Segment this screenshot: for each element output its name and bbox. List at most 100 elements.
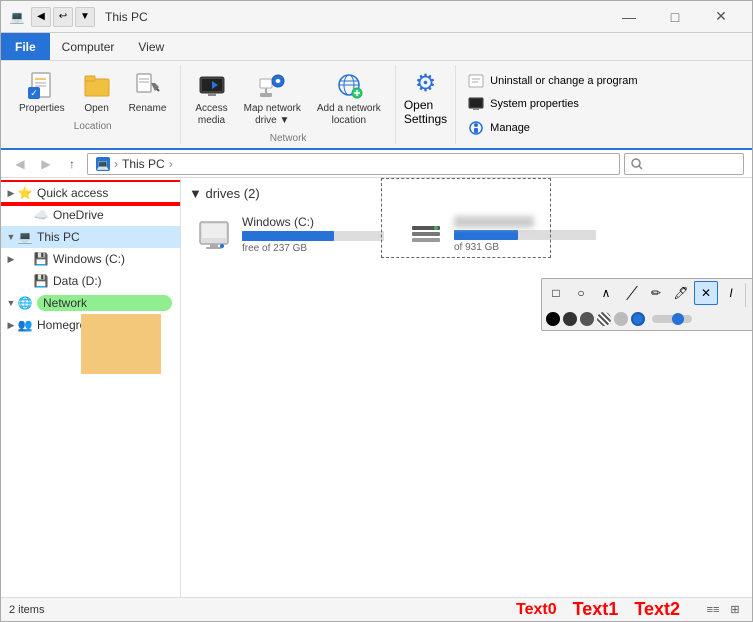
color-black[interactable] bbox=[546, 312, 560, 326]
minimize-button[interactable]: — bbox=[606, 1, 652, 33]
expand-windows-c[interactable]: ▶ bbox=[5, 253, 17, 265]
access-media-icon bbox=[196, 69, 228, 101]
system-properties-button[interactable]: System properties bbox=[464, 94, 736, 114]
forward-button[interactable]: ▶ bbox=[35, 153, 57, 175]
close-button[interactable]: ✕ bbox=[698, 1, 744, 33]
access-media-button[interactable]: Accessmedia bbox=[189, 65, 233, 131]
color-hatched[interactable] bbox=[597, 312, 611, 326]
sidebar-item-this-pc[interactable]: ▼ 💻 This PC bbox=[1, 226, 180, 248]
qa-undo-btn[interactable]: ↩ bbox=[53, 7, 73, 27]
view-icons: ≡≡ ⊞ bbox=[704, 601, 744, 619]
open-button[interactable]: Open bbox=[75, 65, 119, 119]
open-label: Open bbox=[84, 103, 108, 115]
add-network-button[interactable]: Add a networklocation bbox=[311, 65, 387, 131]
expand-onedrive[interactable] bbox=[5, 209, 17, 221]
drives-count: drives (2) bbox=[205, 186, 259, 201]
manage-label: Manage bbox=[490, 122, 530, 134]
rename-button[interactable]: Rename bbox=[123, 65, 173, 119]
qa-back-btn[interactable]: ◀ bbox=[31, 7, 51, 27]
expand-network[interactable]: ▼ bbox=[5, 297, 17, 309]
network-icon: 🌐 bbox=[17, 295, 33, 311]
qa-down-btn[interactable]: ▼ bbox=[75, 7, 95, 27]
path-separator2: › bbox=[169, 157, 173, 171]
expand-this-pc[interactable]: ▼ bbox=[5, 231, 17, 243]
dt-text-tool[interactable]: I bbox=[719, 281, 743, 305]
sidebar-item-network[interactable]: ▼ 🌐 Network bbox=[1, 292, 180, 314]
uninstall-icon bbox=[468, 73, 484, 89]
data-d-icon: 💾 bbox=[33, 273, 49, 289]
menu-computer[interactable]: Computer bbox=[50, 33, 127, 60]
path-thispc[interactable]: This PC bbox=[122, 157, 165, 171]
items-count: 2 items bbox=[9, 604, 508, 616]
back-button[interactable]: ◀ bbox=[9, 153, 31, 175]
sidebar: ▶ ⭐ Quick access ☁️ OneDrive ▼ 💻 This PC… bbox=[1, 178, 181, 597]
menu-view[interactable]: View bbox=[126, 33, 176, 60]
open-settings-button[interactable]: ⚙ OpenSettings bbox=[396, 65, 456, 144]
sidebar-item-windows-c[interactable]: ▶ 💾 Windows (C:) bbox=[1, 248, 180, 270]
dt-separator-1 bbox=[745, 283, 746, 307]
drawing-toolbar: □ ○ ∧ ╱ ✏ 🖊 ✕ I ↩ ↪ 💾 ⧉ ✓ bbox=[541, 278, 752, 331]
window-controls: — □ ✕ bbox=[606, 1, 744, 33]
map-network-button[interactable]: Map networkdrive ▼ bbox=[238, 65, 307, 131]
drive-icon-windows-c bbox=[194, 214, 234, 254]
up-button[interactable]: ↑ bbox=[61, 153, 83, 175]
add-network-label: Add a networklocation bbox=[317, 103, 381, 127]
search-box[interactable] bbox=[624, 153, 744, 175]
onedrive-icon: ☁️ bbox=[33, 207, 49, 223]
uninstall-button[interactable]: Uninstall or change a program bbox=[464, 71, 736, 91]
settings-icon: ⚙ bbox=[415, 69, 437, 98]
quick-access-toolbar: ◀ ↩ ▼ bbox=[31, 7, 95, 27]
status-text0: Text0 bbox=[516, 601, 557, 619]
drives-section-label: ▼ bbox=[189, 186, 205, 201]
dt-size-slider[interactable] bbox=[652, 315, 692, 323]
window-title: This PC bbox=[105, 10, 600, 24]
sidebar-item-quick-access[interactable]: ▶ ⭐ Quick access bbox=[1, 182, 180, 204]
manage-button[interactable]: Manage bbox=[464, 118, 736, 138]
this-pc-icon: 💻 bbox=[17, 229, 33, 245]
color-blue-selected[interactable] bbox=[631, 312, 645, 326]
drive-item-windows-c[interactable]: Windows (C:) free of 237 GB bbox=[189, 209, 389, 259]
svg-text:💻: 💻 bbox=[97, 160, 110, 171]
dt-row-2 bbox=[544, 310, 752, 328]
dt-row-1: □ ○ ∧ ╱ ✏ 🖊 ✕ I ↩ ↪ 💾 ⧉ ✓ bbox=[544, 281, 752, 309]
file-area: ▼ drives (2) bbox=[181, 178, 752, 597]
quick-access-label: Quick access bbox=[37, 186, 172, 200]
expand-homegroup[interactable]: ▶ bbox=[5, 319, 17, 331]
expand-data-d[interactable] bbox=[5, 275, 17, 287]
ribbon-right-items: Uninstall or change a program System pro… bbox=[456, 65, 744, 144]
address-bar[interactable]: 💻 › This PC › bbox=[87, 153, 620, 175]
sidebar-item-homegroup[interactable]: ▶ 👥 Homegroup bbox=[1, 314, 180, 336]
dt-pencil-tool[interactable]: ✏ bbox=[644, 281, 668, 305]
status-text1: Text1 bbox=[573, 599, 619, 620]
homegroup-icon: 👥 bbox=[17, 317, 33, 333]
color-light-gray[interactable] bbox=[614, 312, 628, 326]
dt-line-tool[interactable]: ╱ bbox=[619, 281, 643, 305]
view-tiles-icon[interactable]: ⊞ bbox=[726, 601, 744, 619]
path-separator: › bbox=[114, 157, 118, 171]
maximize-button[interactable]: □ bbox=[652, 1, 698, 33]
ribbon-network-buttons: Accessmedia bbox=[189, 65, 386, 131]
dt-ellipse-tool[interactable]: ○ bbox=[569, 281, 593, 305]
window: 💻 ◀ ↩ ▼ This PC — □ ✕ File Computer View bbox=[0, 0, 753, 622]
homegroup-orange-box bbox=[81, 314, 161, 374]
sidebar-item-onedrive[interactable]: ☁️ OneDrive bbox=[1, 204, 180, 226]
dt-paint-tool[interactable]: 🖊 bbox=[669, 281, 693, 305]
properties-label: Properties bbox=[19, 103, 65, 115]
dt-undo-tool[interactable]: ↩ bbox=[748, 281, 752, 305]
dt-select-cross-tool[interactable]: ✕ bbox=[694, 281, 718, 305]
view-details-icon[interactable]: ≡≡ bbox=[704, 601, 722, 619]
dt-rect-tool[interactable]: □ bbox=[544, 281, 568, 305]
drive-label-windows-c: Windows (C:) bbox=[242, 215, 384, 229]
dt-polyline-tool[interactable]: ∧ bbox=[594, 281, 618, 305]
drive-subtext-windows-c: free of 237 GB bbox=[242, 243, 384, 254]
ribbon-group-location: ✓ Properties Open bbox=[5, 65, 181, 144]
color-gray[interactable] bbox=[580, 312, 594, 326]
drive-item-data-d[interactable]: of 931 GB bbox=[401, 209, 601, 259]
quick-access-icon: ⭐ bbox=[17, 185, 33, 201]
expand-quick-access[interactable]: ▶ bbox=[5, 187, 17, 199]
color-dark-gray[interactable] bbox=[563, 312, 577, 326]
properties-button[interactable]: ✓ Properties bbox=[13, 65, 71, 119]
rename-label: Rename bbox=[129, 103, 167, 115]
sidebar-item-data-d[interactable]: 💾 Data (D:) bbox=[1, 270, 180, 292]
menu-file[interactable]: File bbox=[1, 33, 50, 60]
